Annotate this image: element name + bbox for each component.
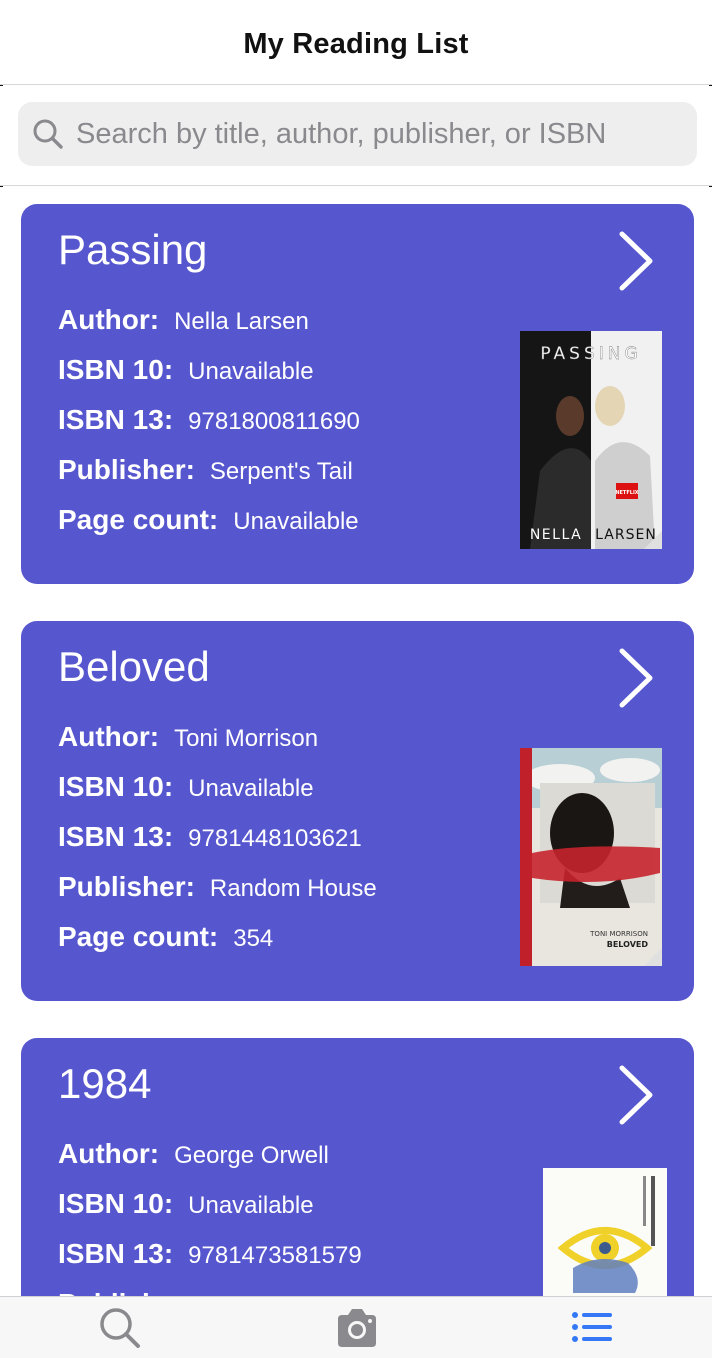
tab-search[interactable] <box>90 1305 150 1353</box>
author-row: Author: Nella Larsen <box>58 304 360 354</box>
cover-title-text: BELOVED <box>607 940 649 949</box>
isbn10-label: ISBN 10: <box>58 1188 174 1219</box>
page-count-row: Page count: Unavailable <box>58 504 360 554</box>
page-count-value: 354 <box>233 925 274 952</box>
book-card-1984[interactable]: 1984 Author: George Orwell ISBN 10: Unav… <box>21 1038 694 1296</box>
isbn13-label: ISBN 13: <box>58 821 174 852</box>
isbn13-value: 9781473581579 <box>188 1242 362 1269</box>
book-details: Author: Toni Morrison ISBN 10: Unavailab… <box>58 721 377 971</box>
book-cover: TONI MORRISON BELOVED <box>520 748 662 966</box>
reading-list[interactable]: Passing Author: Nella Larsen ISBN 10: Un… <box>0 187 712 1296</box>
cover-author-text: TONI MORRISON <box>589 930 648 938</box>
camera-icon <box>338 1309 376 1347</box>
page-title: My Reading List <box>243 27 469 60</box>
isbn13-value: 9781800811690 <box>188 408 360 435</box>
publisher-label: Publisher: <box>58 1288 195 1296</box>
isbn13-label: ISBN 13: <box>58 404 174 435</box>
search-bar-container <box>0 86 712 186</box>
search-input[interactable] <box>64 102 697 166</box>
tab-reading-list[interactable] <box>562 1305 622 1353</box>
isbn10-row: ISBN 10: Unavailable <box>58 1188 362 1238</box>
isbn10-value: Unavailable <box>188 1192 314 1219</box>
author-row: Author: Toni Morrison <box>58 721 377 771</box>
author-row: Author: George Orwell <box>58 1138 362 1188</box>
isbn10-row: ISBN 10: Unavailable <box>58 354 360 404</box>
tab-camera[interactable] <box>327 1305 387 1353</box>
isbn10-value: Unavailable <box>188 358 314 385</box>
cover-badge-text: NETFLIX <box>615 490 638 496</box>
publisher-row: Publisher: Random House <box>58 871 377 921</box>
author-label: Author: <box>58 304 160 335</box>
book-title: Beloved <box>58 643 210 690</box>
page-count-label: Page count: <box>58 921 219 952</box>
author-value: George Orwell <box>174 1142 329 1169</box>
chevron-right-icon[interactable] <box>616 1064 656 1126</box>
book-card-beloved[interactable]: Beloved Author: Toni Morrison ISBN 10: U… <box>21 621 694 1001</box>
publisher-value: Serpent's Tail <box>209 458 353 485</box>
isbn13-row: ISBN 13: 9781473581579 <box>58 1238 362 1288</box>
author-label: Author: <box>58 1138 160 1169</box>
chevron-right-icon[interactable] <box>616 230 656 292</box>
author-value: Toni Morrison <box>174 725 319 752</box>
isbn13-value: 9781448103621 <box>188 825 362 852</box>
book-title: 1984 <box>58 1060 152 1107</box>
tab-bar <box>0 1296 712 1358</box>
page-count-value: Unavailable <box>233 508 359 535</box>
search-box[interactable] <box>18 102 697 166</box>
book-cover <box>543 1168 667 1296</box>
page-count-row: Page count: 354 <box>58 921 377 971</box>
publisher-value: Random House <box>209 875 377 902</box>
chevron-right-icon[interactable] <box>616 647 656 709</box>
isbn10-label: ISBN 10: <box>58 354 174 385</box>
publisher-label: Publisher: <box>58 454 195 485</box>
isbn10-value: Unavailable <box>188 775 314 802</box>
cover-author-last: LARSEN <box>595 527 657 543</box>
author-value: Nella Larsen <box>174 308 309 335</box>
isbn13-label: ISBN 13: <box>58 1238 174 1269</box>
cover-title-text: PASSING <box>540 344 641 364</box>
cover-author-first: NELLA <box>530 527 582 543</box>
isbn13-row: ISBN 13: 9781800811690 <box>58 404 360 454</box>
publisher-label: Publisher: <box>58 871 195 902</box>
book-cover: PASSING NELLA LARSEN NETFLIX <box>520 331 662 549</box>
publisher-row: Publisher: Serpent's Tail <box>58 454 360 504</box>
author-label: Author: <box>58 721 160 752</box>
isbn10-label: ISBN 10: <box>58 771 174 802</box>
publisher-row: Publisher: <box>58 1288 362 1296</box>
book-details: Author: George Orwell ISBN 10: Unavailab… <box>58 1138 362 1296</box>
isbn13-row: ISBN 13: 9781448103621 <box>58 821 377 871</box>
search-icon <box>100 1308 140 1348</box>
book-card-passing[interactable]: Passing Author: Nella Larsen ISBN 10: Un… <box>21 204 694 584</box>
list-icon <box>572 1312 612 1342</box>
search-icon <box>33 119 63 149</box>
isbn10-row: ISBN 10: Unavailable <box>58 771 377 821</box>
book-title: Passing <box>58 226 208 273</box>
book-details: Author: Nella Larsen ISBN 10: Unavailabl… <box>58 304 360 554</box>
page-count-label: Page count: <box>58 504 219 535</box>
navigation-bar: My Reading List <box>0 0 712 85</box>
